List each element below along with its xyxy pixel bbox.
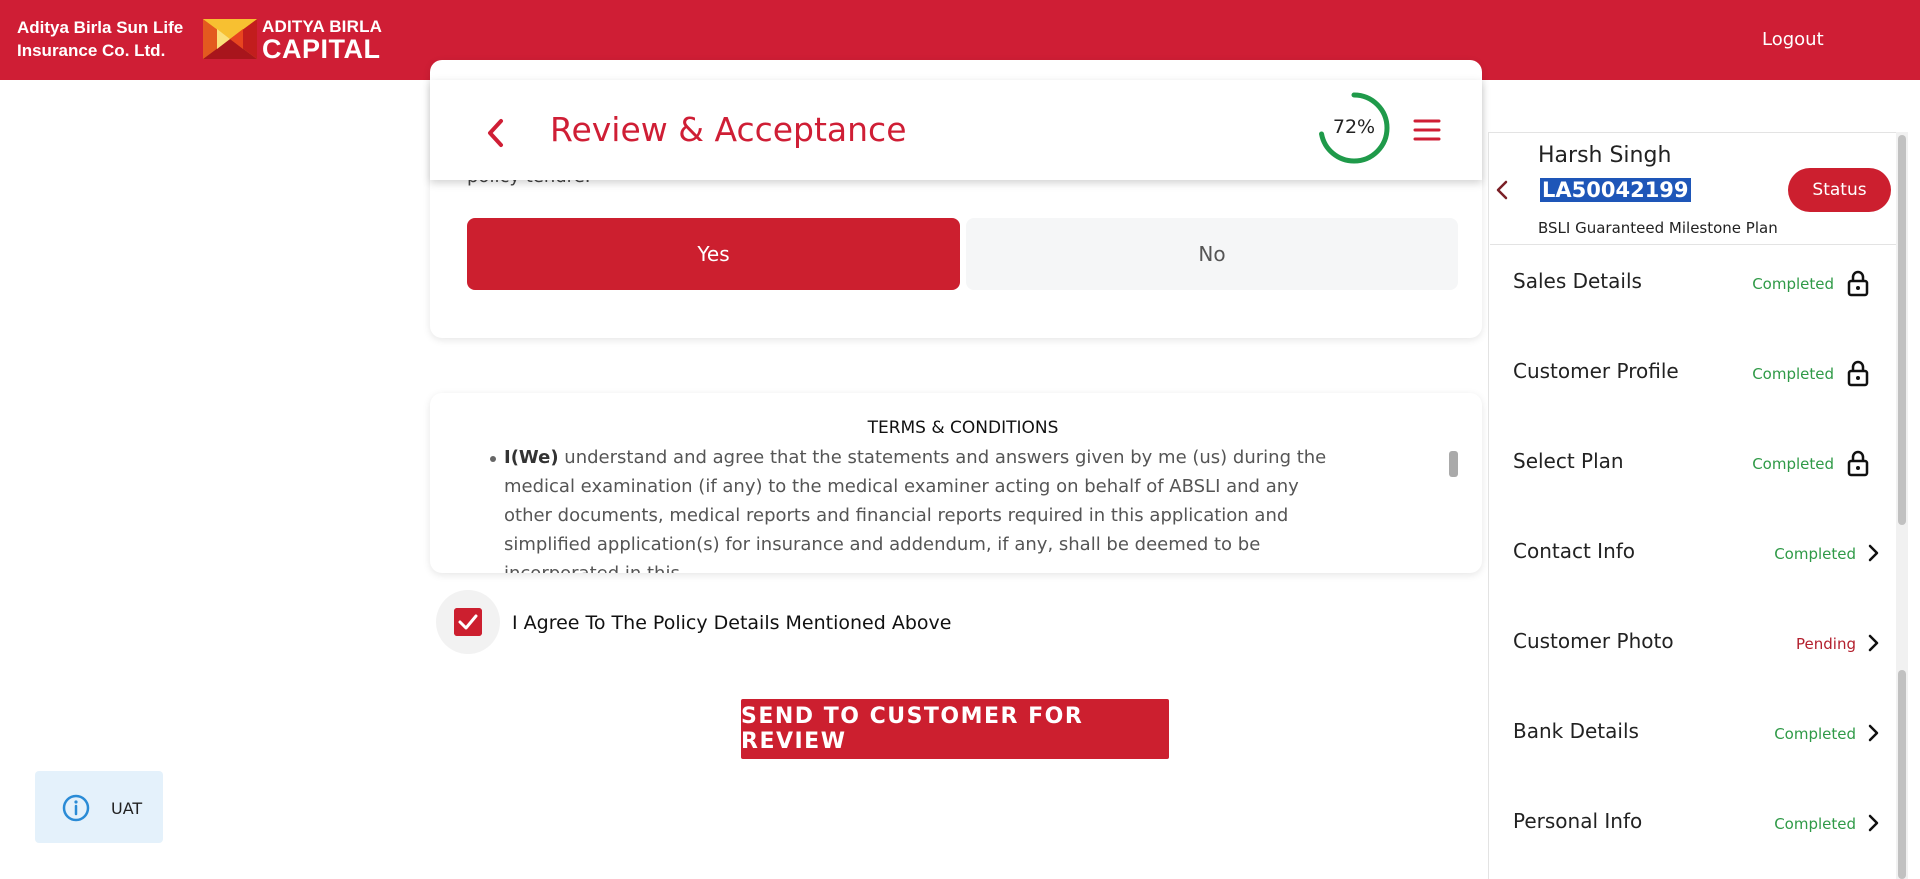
sidebar-item-label: Select Plan [1513, 449, 1624, 473]
sidebar-back-icon[interactable] [1494, 178, 1510, 202]
terms-body-text: understand and agree that the statements… [504, 447, 1327, 573]
sidebar-item-status: Completed [1752, 455, 1834, 473]
progress-percent: 72% [1332, 116, 1376, 138]
sidebar-item-label: Sales Details [1513, 269, 1642, 293]
sidebar-scrollbar-thumb[interactable] [1898, 135, 1906, 525]
agree-checkbox[interactable] [454, 608, 482, 636]
brand-line-1: Aditya Birla Sun Life [17, 18, 184, 37]
sidebar-item-select-plan[interactable]: Select Plan Completed [1490, 425, 1900, 515]
logout-link[interactable]: Logout [1762, 29, 1824, 50]
sidebar-item-customer-photo[interactable]: Customer Photo Pending [1490, 605, 1900, 695]
sidebar-item-status: Completed [1752, 275, 1834, 293]
customer-name: Harsh Singh [1538, 143, 1672, 168]
lock-icon [1847, 360, 1869, 387]
terms-text: I(We) understand and agree that the stat… [504, 443, 1344, 573]
lock-icon [1847, 450, 1869, 477]
terms-title: TERMS & CONDITIONS [867, 418, 1059, 438]
sidebar-item-label: Bank Details [1513, 719, 1639, 743]
page-title: Review & Acceptance [550, 110, 907, 149]
sidebar-scrollbar-thumb-lower[interactable] [1898, 670, 1906, 879]
application-id: LA50042199 [1540, 178, 1691, 202]
sidebar-item-status: Completed [1774, 725, 1856, 743]
lock-icon [1847, 270, 1869, 297]
sidebar-item-status: Completed [1752, 365, 1834, 383]
back-chevron-icon[interactable] [482, 116, 510, 150]
chevron-right-icon [1868, 634, 1879, 652]
sidebar-item-status: Pending [1796, 635, 1856, 653]
send-for-review-button[interactable]: SEND TO CUSTOMER FOR REVIEW [741, 699, 1169, 759]
hamburger-menu-icon[interactable] [1413, 117, 1441, 143]
bullet-icon [490, 456, 496, 462]
sidebar-item-personal-info[interactable]: Personal Info Completed [1490, 785, 1900, 875]
terms-bold-prefix: I(We) [504, 447, 559, 468]
sidebar-item-customer-profile[interactable]: Customer Profile Completed [1490, 335, 1900, 425]
sidebar-item-label: Customer Photo [1513, 629, 1674, 653]
terms-scrollbar[interactable] [1449, 451, 1458, 477]
env-label: UAT [111, 799, 143, 818]
chevron-right-icon [1868, 544, 1879, 562]
no-button[interactable]: No [966, 218, 1458, 290]
sidebar-item-label: Personal Info [1513, 809, 1643, 833]
status-button[interactable]: Status [1788, 168, 1891, 212]
agree-label[interactable]: I Agree To The Policy Details Mentioned … [512, 612, 951, 634]
sidebar-item-contact-info[interactable]: Contact Info Completed [1490, 515, 1900, 605]
aditya-birla-logo-icon [203, 19, 257, 59]
logo-wordmark: ADITYA BIRLA CAPITAL [262, 18, 382, 63]
env-badge [35, 771, 163, 843]
terms-card[interactable]: TERMS & CONDITIONS I(We) understand and … [430, 393, 1482, 573]
logo-line-2: CAPITAL [262, 34, 381, 64]
brand-name: Aditya Birla Sun Life Insurance Co. Ltd. [17, 16, 183, 62]
logo-line-1: ADITYA BIRLA [262, 17, 383, 36]
sidebar-item-status: Completed [1774, 815, 1856, 833]
info-icon [62, 794, 90, 822]
sidebar-item-bank-details[interactable]: Bank Details Completed [1490, 695, 1900, 785]
plan-name: BSLI Guaranteed Milestone Plan [1538, 219, 1778, 237]
brand-line-2: Insurance Co. Ltd. [17, 41, 166, 60]
sidebar-item-sales-details[interactable]: Sales Details Completed [1490, 245, 1900, 335]
chevron-right-icon [1868, 814, 1879, 832]
sidebar-item-label: Contact Info [1513, 539, 1636, 563]
yes-button[interactable]: Yes [467, 218, 960, 290]
chevron-right-icon [1868, 724, 1879, 742]
sidebar-item-label: Customer Profile [1513, 359, 1679, 383]
sidebar-item-status: Completed [1774, 545, 1856, 563]
